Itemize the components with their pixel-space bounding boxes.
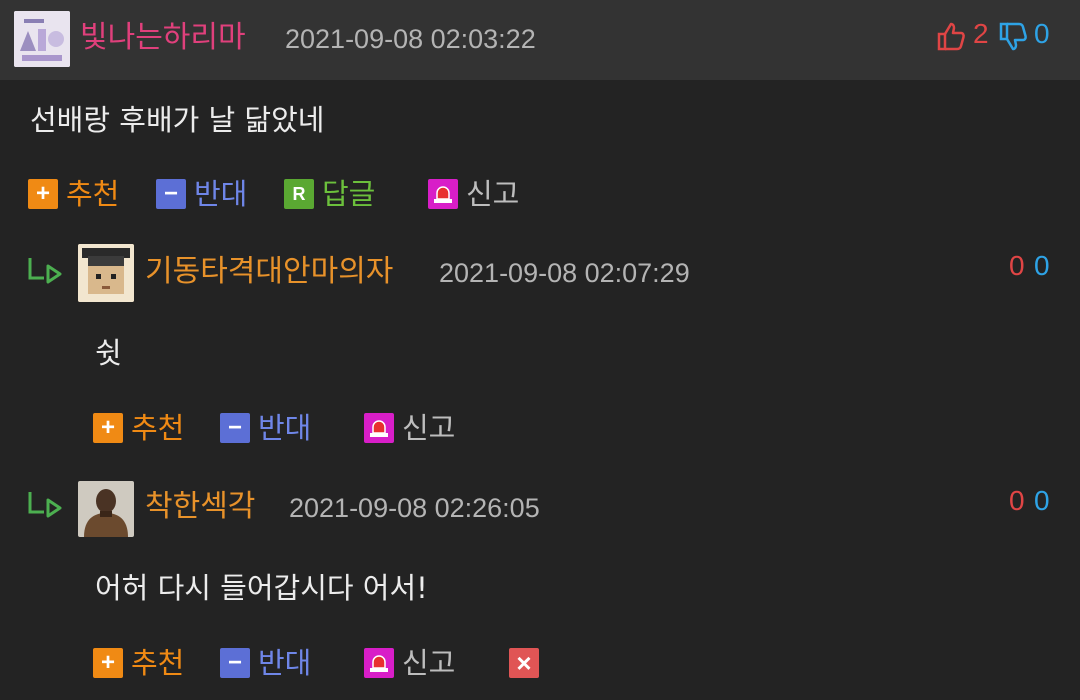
avatar[interactable]: [14, 11, 70, 67]
recommend-label: 추천: [66, 177, 120, 211]
avatar[interactable]: [78, 244, 134, 302]
comment-date: 2021-09-08 02:26:05: [289, 493, 540, 523]
report-button[interactable]: 신고: [428, 176, 519, 212]
comment-text: 선배랑 후배가 날 닮았네: [30, 103, 325, 137]
oppose-button[interactable]: − 반대: [220, 410, 311, 446]
report-button[interactable]: 신고: [364, 645, 455, 681]
siren-icon: [428, 179, 458, 209]
oppose-button[interactable]: − 반대: [156, 176, 247, 212]
recommend-button[interactable]: + 추천: [93, 410, 184, 446]
minus-icon: −: [156, 179, 186, 209]
report-label: 신고: [466, 177, 520, 211]
downvote-count: 0: [1034, 485, 1050, 516]
reply-arrow-icon: [26, 256, 66, 290]
minus-icon: −: [220, 413, 250, 443]
downvote-count: 0: [1034, 250, 1050, 281]
oppose-label: 반대: [258, 411, 312, 445]
reply-r-icon: R: [284, 179, 314, 209]
plus-icon: +: [28, 179, 58, 209]
comment-text: 쉿: [95, 336, 122, 370]
recommend-button[interactable]: + 추천: [93, 645, 184, 681]
upvote-count: 2: [973, 18, 989, 49]
reply-label: 답글: [322, 177, 376, 211]
siren-icon: [364, 413, 394, 443]
recommend-label: 추천: [131, 411, 185, 445]
report-button[interactable]: 신고: [364, 410, 455, 446]
comment-date: 2021-09-08 02:07:29: [439, 258, 690, 288]
report-label: 신고: [402, 646, 456, 680]
siren-icon: [364, 648, 394, 678]
oppose-label: 반대: [258, 646, 312, 680]
upvote-count: 0: [1009, 485, 1025, 516]
avatar[interactable]: [78, 481, 134, 537]
reply-arrow-icon: [26, 490, 66, 524]
comment-date: 2021-09-08 02:03:22: [285, 24, 536, 54]
thumbs-up-icon[interactable]: [936, 20, 968, 52]
oppose-label: 반대: [194, 177, 248, 211]
delete-button[interactable]: ×: [509, 645, 547, 681]
comment-header: 빛나는하리마 2021-09-08 02:03:22 2 0: [0, 0, 1080, 80]
recommend-button[interactable]: + 추천: [28, 176, 119, 212]
reply-button[interactable]: R 답글: [284, 176, 375, 212]
downvote-count: 0: [1034, 18, 1050, 49]
minus-icon: −: [220, 648, 250, 678]
oppose-button[interactable]: − 반대: [220, 645, 311, 681]
plus-icon: +: [93, 648, 123, 678]
upvote-count: 0: [1009, 250, 1025, 281]
nickname[interactable]: 기동타격대안마의자: [145, 254, 393, 290]
nickname[interactable]: 착한섹각: [145, 489, 255, 525]
plus-icon: +: [93, 413, 123, 443]
report-label: 신고: [402, 411, 456, 445]
recommend-label: 추천: [131, 646, 185, 680]
nickname[interactable]: 빛나는하리마: [80, 20, 246, 56]
comment-text: 어허 다시 들어갑시다 어서!: [95, 571, 428, 605]
close-icon: ×: [509, 648, 539, 678]
thumbs-down-icon[interactable]: [998, 21, 1030, 53]
